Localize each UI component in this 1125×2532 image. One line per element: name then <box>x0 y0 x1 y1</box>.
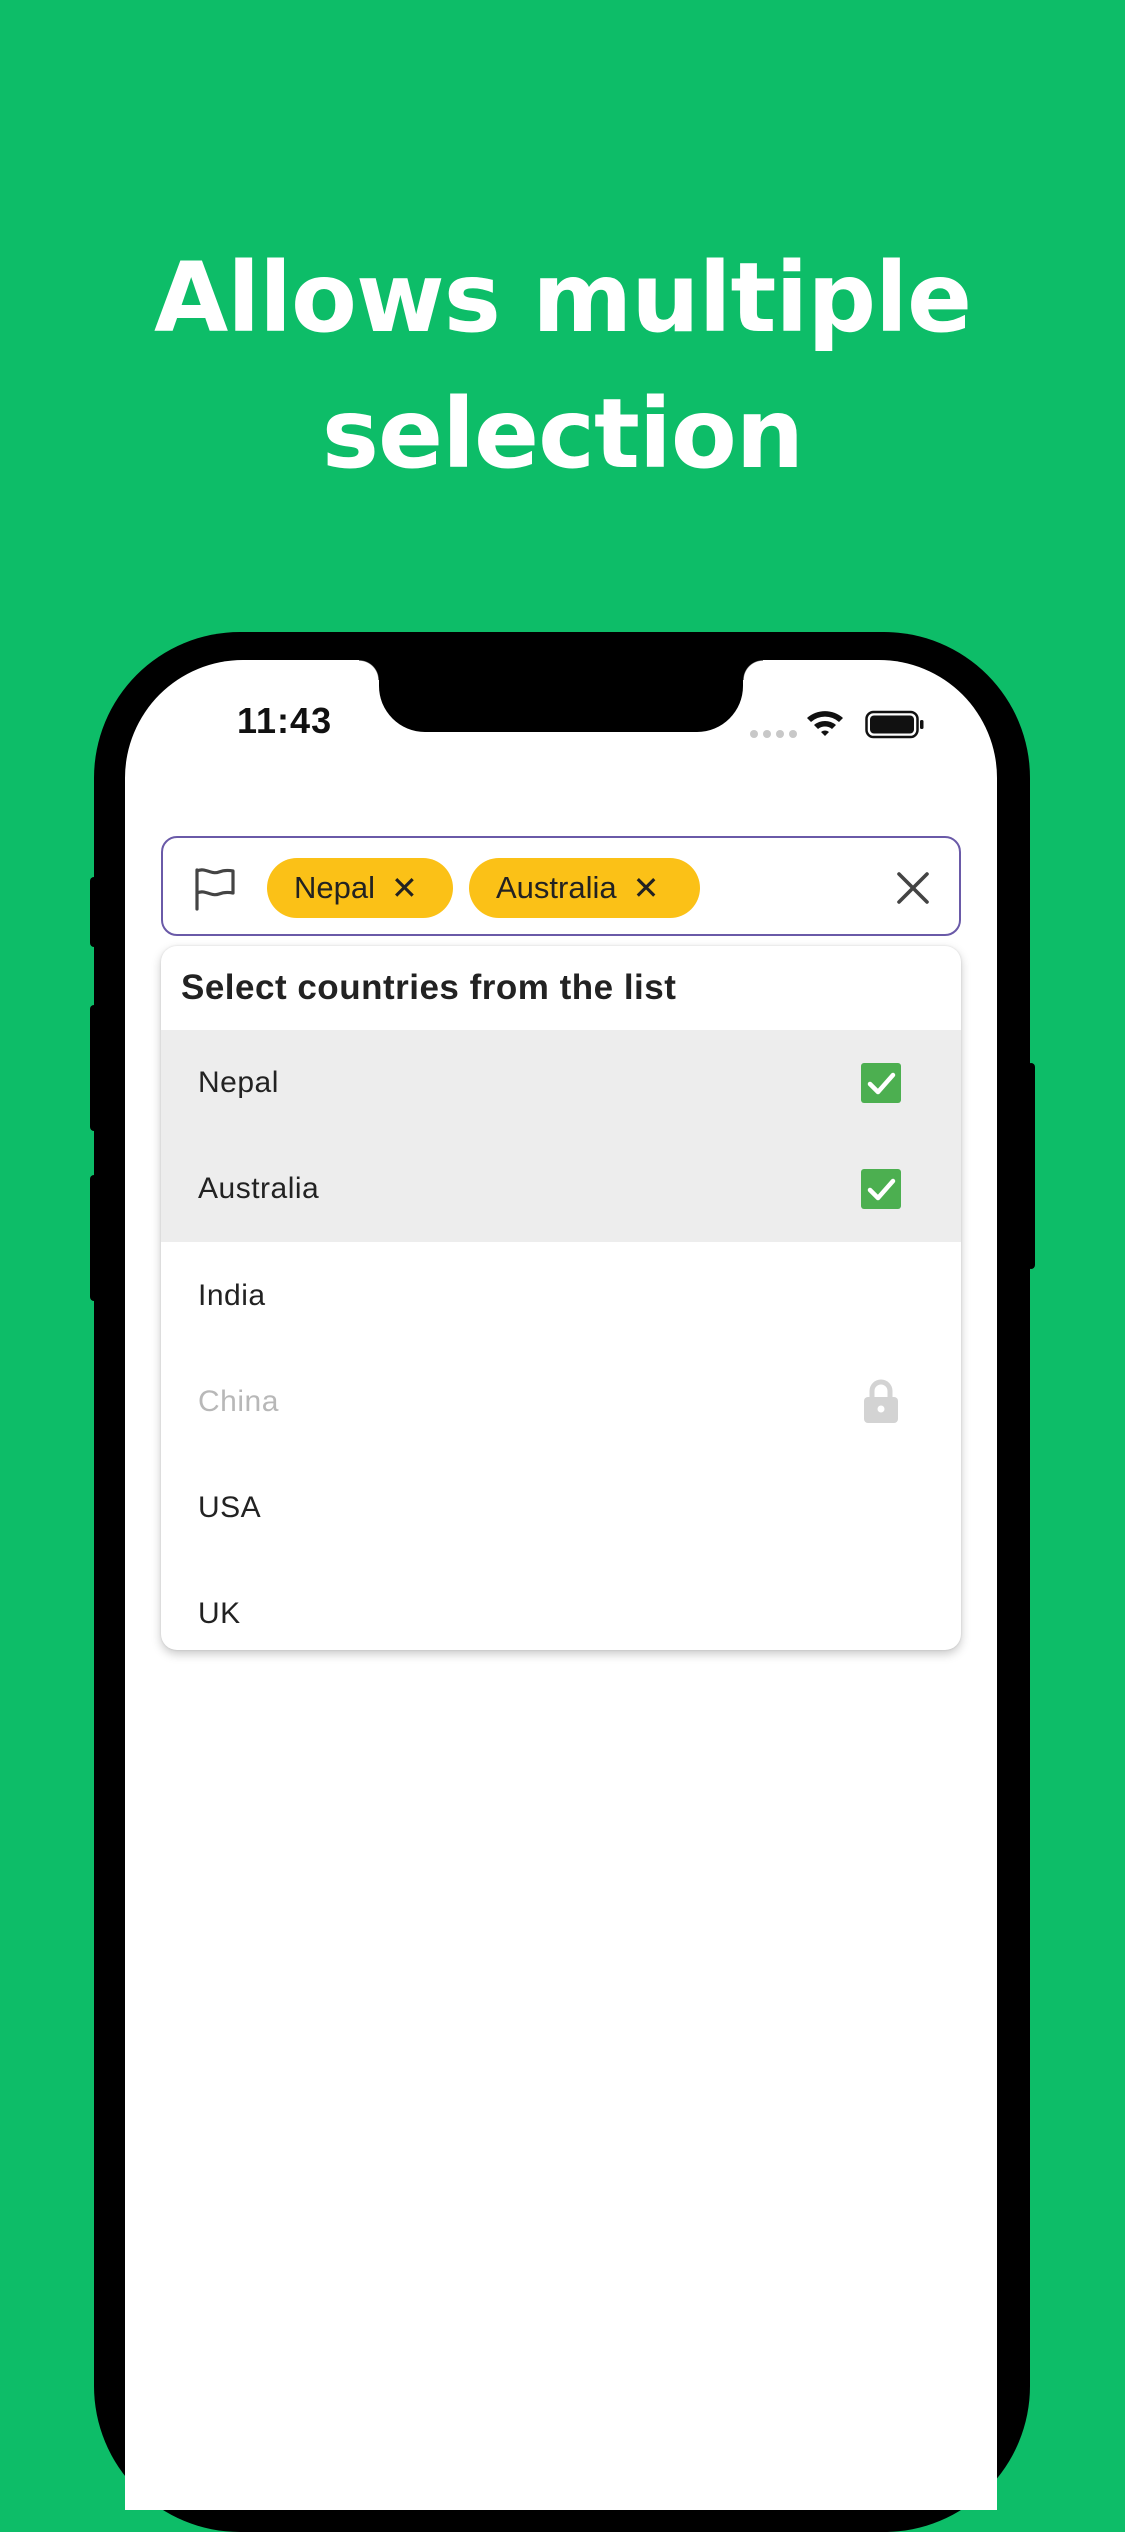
list-item-label: UK <box>198 1597 241 1630</box>
list-item-usa[interactable]: USA <box>161 1455 961 1561</box>
clear-all-close-icon[interactable] <box>895 870 931 906</box>
battery-icon <box>865 710 924 739</box>
list-item-uk[interactable]: UK <box>161 1561 961 1650</box>
wifi-icon <box>807 711 843 736</box>
flag-icon <box>195 868 235 911</box>
headline-line-1: Allows multiple <box>153 242 972 354</box>
phone-screen: 11:43 Nepal ✕ Australia ✕ Select countri… <box>125 660 997 2510</box>
list-item-nepal[interactable]: Nepal <box>161 1030 961 1136</box>
list-item-label: Nepal <box>198 1066 279 1099</box>
close-icon[interactable]: ✕ <box>633 872 660 904</box>
checkbox-checked-icon[interactable] <box>861 1063 901 1103</box>
list-item-australia[interactable]: Australia <box>161 1136 961 1242</box>
headline-line-2: selection <box>321 378 804 490</box>
close-icon[interactable]: ✕ <box>391 872 418 904</box>
country-dropdown: Select countries from the list Nepal Aus… <box>161 946 961 1650</box>
dropdown-title: Select countries from the list <box>181 968 677 1007</box>
chip-australia[interactable]: Australia ✕ <box>469 858 700 918</box>
cellular-signal-icon <box>750 730 797 738</box>
mute-switch <box>90 877 98 947</box>
headline: Allows multiple selection <box>0 230 1125 502</box>
list-item-label: Australia <box>198 1172 320 1205</box>
chip-nepal[interactable]: Nepal ✕ <box>267 858 453 918</box>
status-time: 11:43 <box>237 700 333 741</box>
chip-label: Australia <box>496 870 617 905</box>
list-item-label: India <box>198 1279 266 1312</box>
volume-up-button <box>90 1005 98 1131</box>
power-button <box>1027 1063 1035 1269</box>
list-item-china: China <box>161 1349 961 1455</box>
chip-label: Nepal <box>294 870 375 905</box>
notch <box>359 660 763 732</box>
list-item-label: USA <box>198 1491 262 1524</box>
lock-icon <box>864 1379 898 1423</box>
list-item-india[interactable]: India <box>161 1243 961 1349</box>
list-item-label: China <box>198 1385 279 1418</box>
checkbox-checked-icon[interactable] <box>861 1169 901 1209</box>
volume-down-button <box>90 1175 98 1301</box>
country-multi-select-field[interactable]: Nepal ✕ Australia ✕ <box>161 836 961 936</box>
